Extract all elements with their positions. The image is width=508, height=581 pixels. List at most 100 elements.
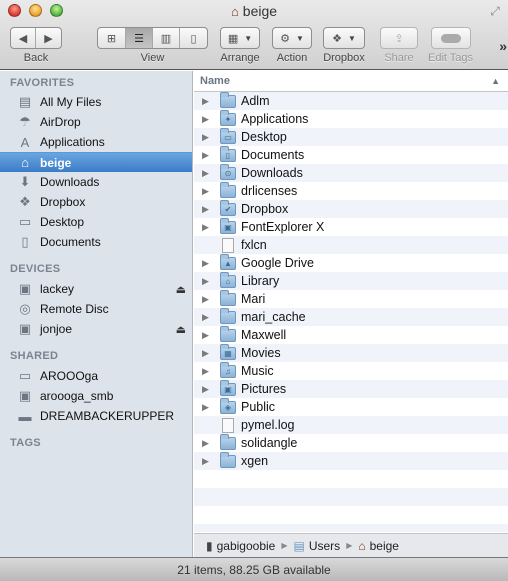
disclosure-triangle-icon[interactable]: ▶ xyxy=(202,168,209,179)
disclosure-triangle-icon[interactable]: ▶ xyxy=(202,222,209,233)
disclosure-triangle-icon[interactable]: ▶ xyxy=(202,258,209,269)
disclosure-triangle-icon[interactable]: ▶ xyxy=(202,312,209,323)
disclosure-triangle-icon[interactable]: ▶ xyxy=(202,330,209,341)
sidebar-item-label: beige xyxy=(40,155,72,170)
file-row[interactable]: ▶ ✦ Applications xyxy=(194,109,508,128)
disclosure-triangle-icon[interactable]: ▶ xyxy=(202,150,209,161)
file-row[interactable]: ▶ Adlm xyxy=(194,91,508,110)
folder-icon: ▦ xyxy=(220,343,236,360)
file-row[interactable]: ▶ Mari xyxy=(194,289,508,308)
sidebar-item-downloads[interactable]: ⬇ Downloads xyxy=(0,172,192,192)
file-name: Adlm xyxy=(241,94,270,108)
forward-arrow-icon: ▶ xyxy=(44,32,53,45)
sidebar-item-remote-disc[interactable]: ◎ Remote Disc xyxy=(0,299,192,319)
file-row[interactable]: ▶ mari_cache xyxy=(194,307,508,326)
file-row[interactable]: pymel.log xyxy=(194,416,508,434)
sidebar-item-documents[interactable]: ▯ Documents xyxy=(0,232,192,252)
sidebar-item-desktop[interactable]: ▭ Desktop xyxy=(0,212,192,232)
eject-icon[interactable]: ⏏ xyxy=(176,323,186,336)
file-row[interactable]: ▶ ⌂ Library xyxy=(194,271,508,290)
back-button[interactable]: ◀ xyxy=(11,28,36,48)
sidebar-item-airdrop[interactable]: ☂ AirDrop xyxy=(0,112,192,132)
disclosure-triangle-icon[interactable]: ▶ xyxy=(202,204,209,215)
finder-window: ⌂ beige ⤢ ◀ ▶ Back ⊞ ☰ ▥ ▯ View ▦ ▼ Arran… xyxy=(0,0,508,581)
sidebar-item-applications[interactable]: A Applications xyxy=(0,132,192,152)
forward-button[interactable]: ▶ xyxy=(36,28,61,48)
edit-tags-button[interactable] xyxy=(430,27,471,49)
share-button[interactable]: ⇪ xyxy=(380,27,418,49)
disclosure-triangle-icon[interactable]: ▶ xyxy=(202,456,209,467)
file-row[interactable]: fxlcn xyxy=(194,236,508,254)
fullscreen-icon[interactable]: ⤢ xyxy=(488,4,502,18)
column-header-label: Name xyxy=(200,75,230,87)
disclosure-triangle-icon[interactable]: ▶ xyxy=(202,366,209,377)
disclosure-triangle-icon[interactable]: ▶ xyxy=(202,132,209,143)
sidebar-item-aroooga[interactable]: ▭ AROOOga xyxy=(0,366,192,386)
disclosure-triangle-icon[interactable]: ▶ xyxy=(202,402,209,413)
file-row[interactable]: ▶ drlicenses xyxy=(194,181,508,200)
file-row[interactable]: ▶ ▣ FontExplorer X xyxy=(194,217,508,236)
path-bar: ▮ gabigoobie ▶ ▤ Users ▶ ⌂ beige xyxy=(194,533,508,557)
folder-badge-icon: ▯ xyxy=(225,150,231,160)
sidebar-item-aroooga-smb[interactable]: ▣ aroooga_smb xyxy=(0,386,192,406)
folder-icon: ⌂ xyxy=(220,271,236,288)
file-row[interactable]: ▶ ▣ Pictures xyxy=(194,379,508,398)
file-row[interactable]: ▶ ♫ Music xyxy=(194,361,508,380)
edit-tags-group: Edit Tags xyxy=(428,27,473,64)
folder-badge-icon xyxy=(221,312,235,323)
path-segment-users[interactable]: Users xyxy=(309,539,340,553)
sidebar-item-dreambackerupper[interactable]: ▬ DREAMBACKERUPPER xyxy=(0,406,192,426)
file-row[interactable]: ▶ ✔ Dropbox xyxy=(194,199,508,218)
sidebar-item-label: Remote Disc xyxy=(40,302,109,316)
file-row[interactable]: ▶ ◈ Public xyxy=(194,397,508,416)
hard-drive-icon: ▣ xyxy=(18,281,32,296)
folder-icon xyxy=(220,325,236,342)
sidebar-item-dropbox[interactable]: ❖ Dropbox xyxy=(0,192,192,212)
back-arrow-icon: ◀ xyxy=(18,32,28,45)
disclosure-triangle-icon[interactable]: ▶ xyxy=(202,348,209,359)
file-name: mari_cache xyxy=(241,310,306,324)
folder-icon: ▣ xyxy=(220,379,236,396)
file-row[interactable]: ▶ Maxwell xyxy=(194,325,508,344)
path-segment-computer[interactable]: gabigoobie xyxy=(217,539,276,553)
folder-badge-icon: ◈ xyxy=(224,402,232,412)
action-button[interactable]: ⚙ ▼ xyxy=(272,27,312,49)
disclosure-triangle-icon[interactable]: ▶ xyxy=(202,384,209,395)
arrange-button[interactable]: ▦ ▼ xyxy=(220,27,260,49)
disclosure-triangle-icon[interactable]: ▶ xyxy=(202,114,209,125)
file-row[interactable]: ▶ ▯ Documents xyxy=(194,145,508,164)
file-row[interactable]: ▶ ⊙ Downloads xyxy=(194,163,508,182)
file-name: drlicenses xyxy=(241,184,298,198)
dropbox-button[interactable]: ❖ ▼ xyxy=(323,27,365,49)
file-name: Mari xyxy=(241,292,266,306)
folder-icon: ▯ xyxy=(220,145,236,162)
file-row[interactable]: ▶ ▦ Movies xyxy=(194,343,508,362)
disclosure-triangle-icon[interactable]: ▶ xyxy=(202,276,209,287)
home-icon: ⌂ xyxy=(21,155,29,170)
name-column-header[interactable]: Name ▲ xyxy=(194,71,508,92)
eject-icon[interactable]: ⏏ xyxy=(176,283,186,296)
list-view-button[interactable]: ☰ xyxy=(126,28,153,48)
chevron-down-icon: ▼ xyxy=(347,33,356,43)
cover-flow-button[interactable]: ▯ xyxy=(180,28,207,48)
file-row[interactable]: ▶ solidangle xyxy=(194,433,508,452)
path-segment-beige[interactable]: beige xyxy=(370,539,399,553)
folder-badge-icon: ▣ xyxy=(224,384,232,394)
file-row[interactable]: ▶ ▭ Desktop xyxy=(194,127,508,146)
disclosure-triangle-icon[interactable]: ▶ xyxy=(202,96,209,107)
sidebar-item-lackey[interactable]: ▣ lackey ⏏ xyxy=(0,279,192,299)
arrange-icon: ▦ xyxy=(227,32,239,45)
sidebar-item-all-my-files[interactable]: ▤ All My Files xyxy=(0,92,192,112)
disclosure-triangle-icon[interactable]: ▶ xyxy=(202,438,209,449)
toolbar-overflow-icon[interactable]: » xyxy=(499,38,507,54)
file-row[interactable]: ▶ ▲ Google Drive xyxy=(194,253,508,272)
disclosure-triangle-icon[interactable]: ▶ xyxy=(202,294,209,305)
disclosure-triangle-icon[interactable]: ▶ xyxy=(202,186,209,197)
icon-view-button[interactable]: ⊞ xyxy=(98,28,126,48)
back-forward-control: ◀ ▶ xyxy=(10,27,62,49)
sidebar-item-beige[interactable]: ⌂ beige xyxy=(0,152,192,172)
file-row[interactable]: ▶ xgen xyxy=(194,451,508,470)
column-view-button[interactable]: ▥ xyxy=(153,28,180,48)
folder-badge-icon: ▲ xyxy=(224,258,232,268)
sidebar-item-jonjoe[interactable]: ▣ jonjoe ⏏ xyxy=(0,319,192,339)
